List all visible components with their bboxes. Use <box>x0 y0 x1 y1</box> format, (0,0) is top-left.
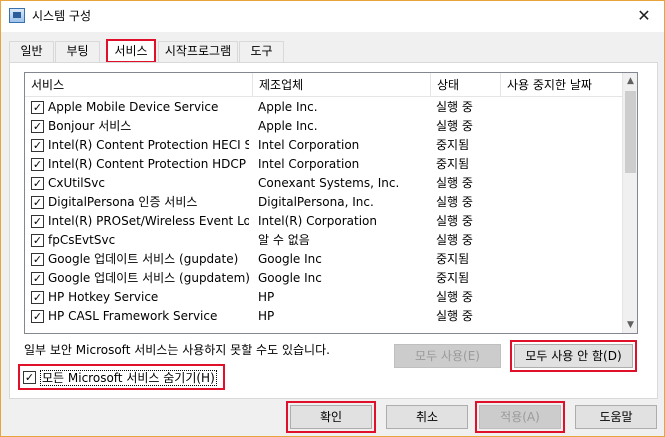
service-name: Apple Mobile Device Service <box>48 100 219 114</box>
service-status: 중지됨 <box>436 252 470 266</box>
table-row[interactable]: ✓ HP Hotkey Service HP 실행 중 <box>25 288 622 307</box>
column-header-service[interactable]: 서비스 <box>25 73 253 97</box>
table-row[interactable]: ✓ Intel(R) PROSet/Wireless Event Log Intel… <box>25 212 622 231</box>
table-row[interactable]: ✓ CxUtilSvc Conexant Systems, Inc. 실행 중 <box>25 174 622 193</box>
service-vendor: Intel Corporation <box>258 138 360 152</box>
tab-services[interactable]: 서비스 <box>106 39 156 63</box>
service-status: 실행 중 <box>436 214 473 228</box>
checkbox-checked-icon[interactable]: ✓ <box>31 158 44 171</box>
column-header-vendor[interactable]: 제조업체 <box>253 73 431 97</box>
checkbox-checked-icon[interactable]: ✓ <box>31 139 44 152</box>
list-header: 서비스 제조업체 상태 사용 중지한 날짜 <box>25 73 622 97</box>
checkbox-checked-icon[interactable]: ✓ <box>31 120 44 133</box>
hide-microsoft-services-option[interactable]: ✓ 모든 Microsoft 서비스 숨기기(H) <box>18 364 225 390</box>
tab-boot[interactable]: 부팅 <box>55 41 100 62</box>
checkbox-checked-icon[interactable]: ✓ <box>31 215 44 228</box>
table-row[interactable]: ✓ Apple Mobile Device Service Apple Inc. 실행… <box>25 98 622 117</box>
table-row[interactable]: ✓ fpCsEvtSvc 알 수 없음 실행 중 <box>25 231 622 250</box>
service-status: 실행 중 <box>436 309 473 323</box>
cancel-button[interactable]: 취소 <box>386 405 468 429</box>
checkbox-checked-icon[interactable]: ✓ <box>31 310 44 323</box>
service-vendor: Intel Corporation <box>258 157 360 171</box>
system-config-window: 시스템 구성 ✕ 일반 부팅 서비스 시작프로그램 도구 서비스 제조업체 상태… <box>0 0 665 437</box>
service-name: HP Hotkey Service <box>48 290 159 304</box>
service-name: Google 업데이트 서비스 (gupdatem) <box>48 271 249 285</box>
service-vendor: Google Inc <box>258 252 322 266</box>
apply-button[interactable]: 적용(A) <box>475 401 565 433</box>
service-status: 실행 중 <box>436 176 473 190</box>
service-name: HP CASL Framework Service <box>48 309 218 323</box>
enable-all-button[interactable]: 모두 사용(E) <box>394 344 501 368</box>
checkbox-checked-icon[interactable]: ✓ <box>31 196 44 209</box>
service-vendor: 알 수 없음 <box>258 233 310 247</box>
service-name: Intel(R) Content Protection HDCP S... <box>48 157 249 171</box>
service-status: 실행 중 <box>436 290 473 304</box>
tab-strip: 일반 부팅 서비스 시작프로그램 도구 <box>1 39 665 63</box>
service-name: fpCsEvtSvc <box>48 233 116 247</box>
service-status: 실행 중 <box>436 119 473 133</box>
checkbox-checked-icon[interactable]: ✓ <box>31 291 44 304</box>
table-row[interactable]: ✓ Bonjour 서비스 Apple Inc. 실행 중 <box>25 117 622 136</box>
service-status: 중지됨 <box>436 157 470 171</box>
table-row[interactable]: ✓ DigitalPersona 인증 서비스 DigitalPersona, In… <box>25 193 622 212</box>
tab-general[interactable]: 일반 <box>9 41 54 62</box>
service-vendor: HP <box>258 309 275 323</box>
scroll-up-arrow-icon[interactable]: ▲ <box>623 73 637 89</box>
service-name: Intel(R) Content Protection HECI Se... <box>48 138 249 152</box>
checkbox-checked-icon[interactable]: ✓ <box>23 371 36 384</box>
help-button[interactable]: 도움말 <box>575 405 657 429</box>
tab-startup[interactable]: 시작프로그램 <box>158 41 238 62</box>
service-name: CxUtilSvc <box>48 176 105 190</box>
service-vendor: DigitalPersona, Inc. <box>258 195 374 209</box>
service-status: 실행 중 <box>436 233 473 247</box>
system-config-app-icon <box>9 8 25 23</box>
column-header-disabled-date[interactable]: 사용 중지한 날짜 <box>501 73 622 97</box>
service-status: 중지됨 <box>436 271 470 285</box>
disable-all-button[interactable]: 모두 사용 안 함(D) <box>510 340 637 372</box>
service-status: 실행 중 <box>436 195 473 209</box>
rows-container: ✓ Apple Mobile Device Service Apple Inc. 실행… <box>25 98 622 326</box>
service-status: 실행 중 <box>436 100 473 114</box>
service-name: Bonjour 서비스 <box>48 119 132 133</box>
checkbox-checked-icon[interactable]: ✓ <box>31 101 44 114</box>
window-title: 시스템 구성 <box>32 9 92 23</box>
checkbox-checked-icon[interactable]: ✓ <box>31 177 44 190</box>
title-bar: 시스템 구성 ✕ <box>1 1 664 32</box>
checkbox-checked-icon[interactable]: ✓ <box>31 234 44 247</box>
services-list: 서비스 제조업체 상태 사용 중지한 날짜 ✓ Apple Mobile Devi… <box>24 72 638 334</box>
service-vendor: Google Inc <box>258 271 322 285</box>
security-note: 일부 보안 Microsoft 서비스는 사용하지 못할 수도 있습니다. <box>24 343 330 357</box>
scroll-down-arrow-icon[interactable]: ▼ <box>623 317 637 333</box>
tab-tools[interactable]: 도구 <box>239 41 284 62</box>
checkbox-checked-icon[interactable]: ✓ <box>31 253 44 266</box>
checkbox-checked-icon[interactable]: ✓ <box>31 272 44 285</box>
service-name: Intel(R) PROSet/Wireless Event Log <box>48 214 249 228</box>
table-row[interactable]: ✓ Google 업데이트 서비스 (gupdate) Google Inc 중지됨 <box>25 250 622 269</box>
column-header-status[interactable]: 상태 <box>431 73 501 97</box>
table-row[interactable]: ✓ Intel(R) Content Protection HDCP S... In… <box>25 155 622 174</box>
table-row[interactable]: ✓ HP CASL Framework Service HP 실행 중 <box>25 307 622 326</box>
vertical-scrollbar[interactable]: ▲ ▼ <box>622 73 637 333</box>
hide-microsoft-services-label[interactable]: 모든 Microsoft 서비스 숨기기(H) <box>40 370 217 386</box>
service-status: 중지됨 <box>436 138 470 152</box>
service-name: Google 업데이트 서비스 (gupdate) <box>48 252 239 266</box>
service-vendor: Conexant Systems, Inc. <box>258 176 400 190</box>
close-icon[interactable]: ✕ <box>629 5 659 27</box>
table-row[interactable]: ✓ Intel(R) Content Protection HECI Se... I… <box>25 136 622 155</box>
scrollbar-thumb[interactable] <box>625 91 636 173</box>
service-vendor: HP <box>258 290 275 304</box>
service-vendor: Apple Inc. <box>258 119 318 133</box>
ok-button[interactable]: 확인 <box>286 401 376 433</box>
service-name: DigitalPersona 인증 서비스 <box>48 195 198 209</box>
table-row[interactable]: ✓ Google 업데이트 서비스 (gupdatem) Google Inc 중지됨 <box>25 269 622 288</box>
service-vendor: Intel(R) Corporation <box>258 214 377 228</box>
service-vendor: Apple Inc. <box>258 100 318 114</box>
